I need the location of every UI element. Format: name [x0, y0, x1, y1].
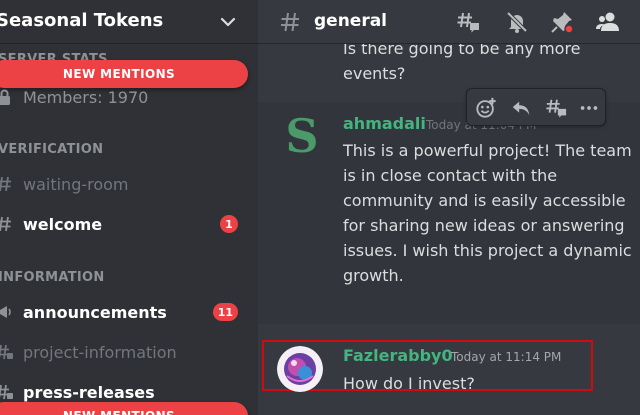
message-body: This is a powerful project! The team is … — [343, 141, 632, 285]
hash-icon — [0, 176, 11, 192]
hash-icon — [0, 216, 11, 232]
announcement-icon — [0, 306, 11, 318]
reply-icon[interactable] — [510, 97, 532, 119]
channel-label: project-information — [23, 342, 177, 362]
message-author[interactable]: ahmadali — [343, 114, 426, 133]
message-list[interactable]: Is there going to be any more events? S … — [258, 44, 640, 415]
channel-sidebar: Seasonal Tokens SERVER STATS NEW MENTION… — [0, 0, 258, 415]
message-action-bar — [466, 88, 606, 126]
channel-header: general — [258, 0, 640, 44]
member-list-icon[interactable] — [596, 10, 620, 34]
channel-label: press-releases — [23, 382, 155, 402]
more-options-icon[interactable] — [578, 97, 600, 119]
add-reaction-icon[interactable] — [475, 97, 497, 119]
hash-lock-icon — [0, 344, 13, 360]
chevron-down-icon — [220, 17, 236, 27]
threads-icon[interactable] — [456, 10, 480, 34]
avatar[interactable]: S — [280, 113, 324, 159]
channel-label: waiting-room — [23, 174, 129, 194]
mention-badge: 11 — [212, 303, 238, 321]
create-thread-icon[interactable] — [545, 97, 567, 119]
message-body: How do I invest? — [343, 374, 475, 393]
mute-bell-icon[interactable] — [505, 10, 529, 34]
message-timestamp: Today at 11:14 PM — [451, 350, 562, 364]
server-header[interactable]: Seasonal Tokens — [0, 0, 258, 44]
channel-label: welcome — [23, 214, 103, 234]
channel-label: announcements — [23, 302, 167, 322]
hash-icon — [281, 12, 299, 32]
previous-message-tail: Is there going to be any more events? — [343, 44, 581, 83]
channel-members-stat[interactable]: Members: 1970 — [0, 80, 258, 114]
hash-lock-icon — [0, 384, 13, 400]
lock-icon — [0, 89, 10, 105]
channel-title: general — [314, 11, 388, 31]
channel-welcome[interactable]: welcome 1 — [0, 207, 258, 241]
category-verification[interactable]: VERIFICATION — [0, 142, 103, 157]
category-information[interactable]: INFORMATION — [0, 270, 105, 285]
avatar[interactable] — [277, 346, 323, 392]
members-count: Members: 1970 — [23, 87, 149, 107]
new-mentions-pill-bottom[interactable]: NEW MENTIONS — [0, 402, 248, 415]
channel-project-information[interactable]: project-information — [0, 335, 258, 369]
pin-icon[interactable] — [550, 10, 574, 34]
channel-waiting-room[interactable]: waiting-room — [0, 167, 258, 201]
message-author[interactable]: Fazlerabby0 — [343, 346, 453, 365]
server-name: Seasonal Tokens — [0, 10, 164, 31]
channel-announcements[interactable]: announcements 11 — [0, 295, 258, 329]
mention-badge: 1 — [220, 215, 238, 233]
